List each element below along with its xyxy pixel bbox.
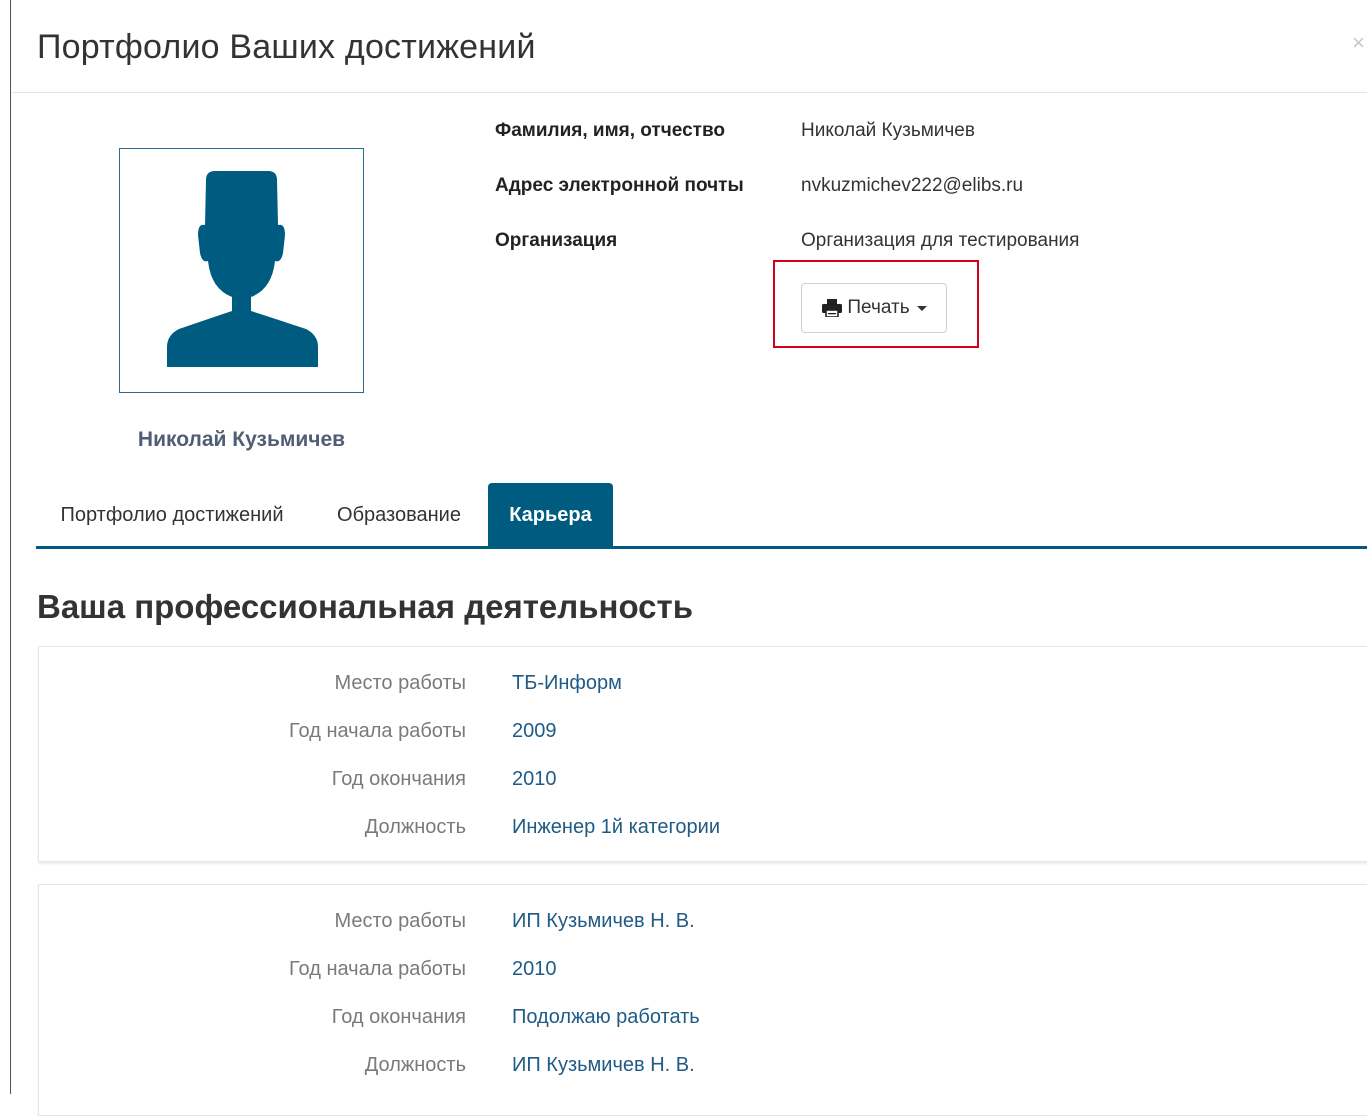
field-value: ИП Кузьмичев Н. В. (512, 1054, 695, 1076)
field-label: Год окончания (331, 1006, 466, 1028)
window-edge (10, 0, 11, 1094)
info-label: Адрес электронной почты (495, 175, 744, 196)
career-field-position: Должность ИП Кузьмичев Н. В. (39, 1054, 1367, 1082)
career-field-start-year: Год начала работы 2009 (39, 720, 1367, 748)
info-value: Николай Кузьмичев (801, 120, 975, 141)
tab-bar: Портфолио достижений Образование Карьера (36, 483, 1367, 547)
tab-portfolio[interactable]: Портфолио достижений (36, 483, 308, 547)
info-value: nvkuzmichev222@elibs.ru (801, 175, 1024, 196)
info-label: Фамилия, имя, отчество (495, 120, 725, 141)
section-title: Ваша профессиональная деятельность (37, 588, 693, 625)
career-card: Место работы ИП Кузьмичев Н. В. Год нача… (38, 884, 1367, 1116)
field-value: ТБ-Информ (512, 672, 622, 694)
tab-career[interactable]: Карьера (488, 483, 613, 547)
field-value: 2010 (512, 768, 557, 790)
career-card: Место работы ТБ-Информ Год начала работы… (38, 646, 1367, 862)
field-label: Год начала работы (289, 958, 466, 980)
field-label: Год начала работы (289, 720, 466, 742)
career-field-position: Должность Инженер 1й категории (39, 816, 1367, 844)
career-field-start-year: Год начала работы 2010 (39, 958, 1367, 986)
field-value: 2009 (512, 720, 557, 742)
field-label: Должность (364, 816, 466, 838)
info-value: Организация для тестирования (801, 230, 1080, 251)
tab-education[interactable]: Образование (326, 483, 472, 547)
field-value: ИП Кузьмичев Н. В. (512, 910, 695, 932)
field-value: Инженер 1й категории (512, 816, 720, 838)
avatar (119, 148, 364, 393)
field-label: Должность (364, 1054, 466, 1076)
avatar-name: Николай Кузьмичев (137, 428, 346, 451)
chevron-down-icon (916, 305, 927, 311)
header-divider (11, 92, 1367, 93)
career-field-workplace: Место работы ТБ-Информ (39, 672, 1367, 700)
printer-icon (822, 299, 843, 317)
field-value: 2010 (512, 958, 557, 980)
tabs-divider (36, 546, 1367, 549)
info-label: Организация (495, 230, 618, 251)
career-field-workplace: Место работы ИП Кузьмичев Н. В. (39, 910, 1367, 938)
user-silhouette-icon (167, 171, 318, 367)
close-icon[interactable]: × (1352, 30, 1365, 56)
career-field-end-year: Год окончания 2010 (39, 768, 1367, 796)
print-dropdown-button[interactable]: Печать (801, 283, 947, 333)
career-field-end-year: Год окончания Подолжаю работать (39, 1006, 1367, 1034)
print-button-label: Печать (847, 297, 910, 318)
field-label: Год окончания (331, 768, 466, 790)
field-label: Место работы (334, 910, 466, 932)
field-value: Подолжаю работать (512, 1006, 700, 1028)
field-label: Место работы (334, 672, 466, 694)
modal-title: Портфолио Ваших достижений (37, 28, 536, 66)
